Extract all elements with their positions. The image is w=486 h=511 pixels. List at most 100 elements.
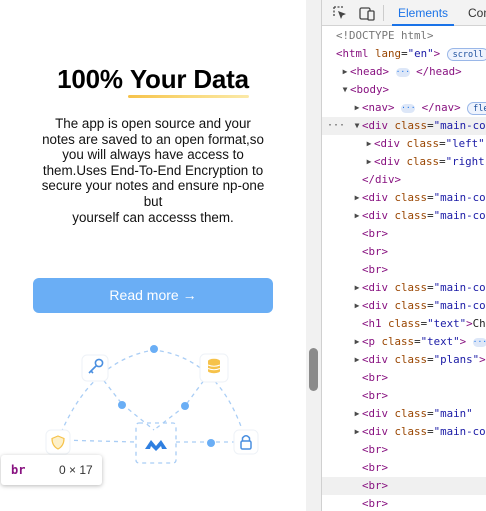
dom-attr-value: "main-co bbox=[433, 281, 486, 294]
dom-tag-html: html bbox=[342, 47, 369, 60]
dom-node-div[interactable]: ▶ <div class="main" bbox=[322, 405, 486, 423]
expand-arrow-icon[interactable]: ▶ bbox=[352, 207, 362, 225]
dom-tag: div bbox=[368, 407, 389, 420]
expand-arrow-icon[interactable]: ▶ bbox=[352, 405, 362, 423]
expand-arrow-icon[interactable]: ▶ bbox=[340, 63, 350, 81]
expand-arrow-icon[interactable]: ▶ bbox=[352, 279, 362, 297]
expand-arrow-icon[interactable]: ▶ bbox=[364, 153, 374, 171]
dom-node-br[interactable]: <br> bbox=[322, 441, 486, 459]
read-more-button[interactable]: Read more → bbox=[33, 278, 273, 313]
dom-attr-class: class bbox=[388, 317, 421, 330]
dom-node-br[interactable]: <br> bbox=[322, 369, 486, 387]
dom-node-div[interactable]: ▶ <div class="left" bbox=[322, 135, 486, 153]
key-icon bbox=[81, 354, 109, 382]
page-scrollbar[interactable] bbox=[306, 0, 321, 511]
dom-attr-value: "plans" bbox=[433, 353, 480, 366]
dom-tag: body bbox=[356, 83, 383, 96]
scroll-badge[interactable]: scroll bbox=[446, 47, 486, 61]
illustration-node bbox=[181, 402, 189, 410]
dom-node-div[interactable]: ▶ <div class="main-co bbox=[322, 189, 486, 207]
dom-attr-class: class bbox=[394, 119, 428, 132]
dom-attr-value: "main-co bbox=[433, 425, 486, 438]
dom-node-html[interactable]: <html lang="en"> scroll bbox=[322, 45, 486, 63]
ellipsis-icon[interactable]: ··· bbox=[395, 67, 410, 77]
dom-tag: div bbox=[368, 191, 389, 204]
dom-tag: div bbox=[368, 119, 389, 132]
element-size-tooltip: br 0 × 17 bbox=[1, 455, 102, 485]
flex-badge[interactable]: flex bbox=[467, 101, 486, 115]
dom-attr-class: class bbox=[394, 281, 428, 294]
scrollbar-thumb[interactable] bbox=[309, 348, 318, 391]
illustration-connector bbox=[121, 403, 155, 431]
logo-icon bbox=[145, 440, 167, 451]
lock-icon bbox=[233, 429, 259, 455]
dom-node-div[interactable]: ▶ <div class="main-co bbox=[322, 279, 486, 297]
dom-node-h1[interactable]: <h1 class="text">Ch bbox=[322, 315, 486, 333]
dom-node-body[interactable]: ▼ <body> bbox=[322, 81, 486, 99]
description-line: secure your notes and ensure np-one bbox=[41, 178, 265, 194]
dom-node-div[interactable]: ▶ <div class="right bbox=[322, 153, 486, 171]
dom-attr-value: "right bbox=[445, 155, 485, 168]
dom-node-br-hovered[interactable]: <br> bbox=[322, 477, 486, 495]
dom-node-br[interactable]: <br> bbox=[322, 495, 486, 511]
dom-node-div[interactable]: ▶ <div class="main-co bbox=[322, 207, 486, 225]
inspect-element-icon[interactable] bbox=[331, 4, 349, 22]
device-toggle-icon[interactable] bbox=[358, 4, 376, 22]
more-options-icon[interactable]: ··· bbox=[327, 117, 345, 135]
illustration-node bbox=[207, 439, 215, 447]
tab-console[interactable]: Con bbox=[468, 0, 486, 26]
ellipsis-icon[interactable]: ··· bbox=[401, 103, 416, 113]
illustration-center-frame bbox=[135, 422, 177, 464]
description-text: The app is open source and your notes ar… bbox=[30, 116, 276, 225]
dom-tag: /div bbox=[368, 173, 395, 186]
dom-node-br[interactable]: <br> bbox=[322, 387, 486, 405]
dom-node-div[interactable]: ▶ <div class="main-co bbox=[322, 423, 486, 441]
expand-arrow-icon[interactable]: ▶ bbox=[352, 189, 362, 207]
tab-elements[interactable]: Elements bbox=[391, 0, 455, 26]
dom-tag: div bbox=[368, 299, 389, 312]
dom-tag: br bbox=[368, 227, 382, 240]
expand-arrow-icon[interactable]: ▶ bbox=[352, 297, 362, 315]
dom-attr-class: class bbox=[394, 425, 428, 438]
dom-attr-value: "left" bbox=[445, 137, 485, 150]
collapse-arrow-icon[interactable]: ▼ bbox=[340, 81, 350, 99]
description-line: them.Uses End-To-End Encryption to bbox=[42, 162, 264, 178]
dom-tag: div bbox=[368, 353, 389, 366]
expand-arrow-icon[interactable]: ▶ bbox=[352, 423, 362, 441]
tooltip-tag-name: br bbox=[11, 463, 26, 477]
illustration-node bbox=[150, 345, 158, 353]
dom-attr-class: class bbox=[406, 155, 440, 168]
expand-arrow-icon[interactable]: ▶ bbox=[364, 135, 374, 153]
collapse-arrow-icon[interactable]: ▼ bbox=[352, 117, 362, 135]
dom-node-br[interactable]: <br> bbox=[322, 261, 486, 279]
dom-node-nav[interactable]: ▶ <nav> ··· </nav> flex bbox=[322, 99, 486, 117]
dom-tag: head bbox=[429, 65, 456, 78]
dom-tag: head bbox=[356, 65, 383, 78]
devtools-toolbar: Elements Con bbox=[322, 0, 486, 26]
expand-arrow-icon[interactable]: ▶ bbox=[352, 351, 362, 369]
description-line: notes are saved to an open format,so bbox=[42, 131, 264, 147]
dom-node-br[interactable]: <br> bbox=[322, 243, 486, 261]
dom-tag: div bbox=[368, 425, 389, 438]
dom-node-br[interactable]: <br> bbox=[322, 459, 486, 477]
dom-node-div[interactable]: ▶ <div class="main-co bbox=[322, 297, 486, 315]
dom-tree[interactable]: <!DOCTYPE html> <html lang="en"> scroll … bbox=[322, 27, 486, 511]
dom-node-div[interactable]: ▶ <div class="plans"> bbox=[322, 351, 486, 369]
expand-arrow-icon[interactable]: ▶ bbox=[352, 333, 362, 351]
dom-node-close-div[interactable]: </div> bbox=[322, 171, 486, 189]
dom-text-content: Ch bbox=[472, 317, 486, 330]
expand-arrow-icon[interactable]: ▶ bbox=[352, 99, 362, 117]
illustration-connector bbox=[153, 405, 186, 431]
dom-node-p[interactable]: ▶ <p class="text"> ··· bbox=[322, 333, 486, 351]
dom-node-br[interactable]: <br> bbox=[322, 225, 486, 243]
dom-tag: br bbox=[368, 461, 382, 474]
ellipsis-icon[interactable]: ··· bbox=[472, 337, 486, 347]
dom-node-div[interactable]: ··· ▼ <div class="main-co bbox=[322, 117, 486, 135]
dom-tag: div bbox=[380, 155, 401, 168]
dom-node-doctype[interactable]: <!DOCTYPE html> bbox=[322, 27, 486, 45]
dom-node-head[interactable]: ▶ <head> ··· </head> bbox=[322, 63, 486, 81]
page-viewport: 100% Your Data The app is open source an… bbox=[0, 0, 306, 511]
page-title-highlight: Your Data bbox=[127, 64, 249, 98]
dom-attr-value: "main-co bbox=[433, 299, 486, 312]
shield-icon bbox=[45, 429, 71, 455]
